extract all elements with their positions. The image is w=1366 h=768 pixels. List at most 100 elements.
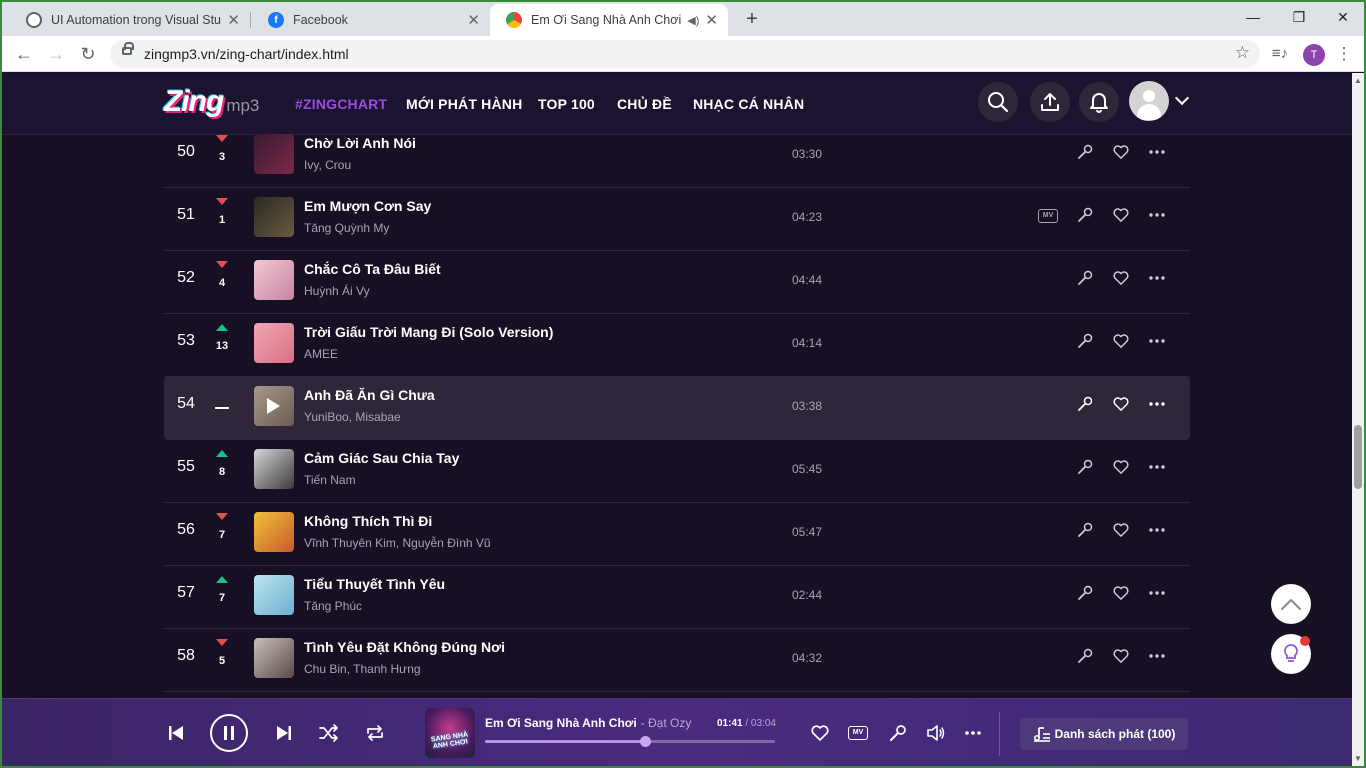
like-button[interactable]: [808, 721, 832, 745]
like-button[interactable]: [1110, 267, 1132, 289]
song-artist[interactable]: YuniBoo, Misabae: [304, 410, 401, 424]
like-button[interactable]: [1110, 456, 1132, 478]
song-cover[interactable]: [254, 197, 294, 237]
nav-top-100[interactable]: TOP 100: [538, 96, 595, 112]
like-button[interactable]: [1110, 519, 1132, 541]
karaoke-button[interactable]: [1074, 204, 1096, 226]
next-button[interactable]: [272, 721, 296, 745]
more-options-button[interactable]: [1146, 582, 1168, 604]
shuffle-button[interactable]: [317, 721, 341, 745]
chevron-down-icon[interactable]: [1174, 90, 1190, 106]
song-artist[interactable]: Chu Bin, Thanh Hưng: [304, 662, 421, 676]
song-artist[interactable]: Tăng Phúc: [304, 599, 362, 613]
search-button[interactable]: [978, 82, 1018, 122]
repeat-button[interactable]: [363, 721, 387, 745]
song-row[interactable]: 58 5 Tình Yêu Đặt Không Đúng Nơi Chu Bin, T…: [164, 629, 1190, 692]
scroll-top-button[interactable]: [1271, 584, 1311, 624]
song-artist[interactable]: Ivy, Crou: [304, 158, 351, 172]
back-icon[interactable]: ←: [12, 42, 36, 66]
song-artist[interactable]: Tiến Nam: [304, 473, 356, 487]
song-row[interactable]: 56 7 Không Thích Thì Đi Vĩnh Thuyên Kim, Ng…: [164, 503, 1190, 566]
like-button[interactable]: [1110, 582, 1132, 604]
close-tab-icon[interactable]: ✕: [467, 11, 480, 29]
song-row[interactable]: 55 8 Cảm Giác Sau Chia Tay Tiến Nam 05:45: [164, 440, 1190, 503]
address-bar[interactable]: zingmp3.vn/zing-chart/index.html ☆: [110, 40, 1260, 68]
more-options-button[interactable]: [1146, 393, 1168, 415]
karaoke-button[interactable]: [1074, 645, 1096, 667]
more-options-button[interactable]: [961, 721, 985, 745]
upload-button[interactable]: [1030, 82, 1070, 122]
like-button[interactable]: [1110, 330, 1132, 352]
song-row[interactable]: 54 Anh Đã Ăn Gì Chưa YuniBoo, Misabae 03:38: [164, 377, 1190, 440]
more-options-button[interactable]: [1146, 519, 1168, 541]
nav-zingchart[interactable]: #ZINGCHART: [295, 96, 387, 112]
like-button[interactable]: [1110, 141, 1132, 163]
tips-button[interactable]: [1271, 634, 1311, 674]
page-scrollbar[interactable]: ▲ ▼: [1352, 73, 1364, 766]
song-title[interactable]: Không Thích Thì Đi: [304, 513, 432, 529]
song-cover[interactable]: [254, 449, 294, 489]
song-cover[interactable]: [254, 134, 294, 174]
volume-button[interactable]: [924, 721, 948, 745]
song-artist[interactable]: Vĩnh Thuyên Kim, Nguyễn Đình Vũ: [304, 536, 491, 550]
progress-slider[interactable]: [485, 736, 775, 747]
more-options-button[interactable]: [1146, 330, 1168, 352]
profile-avatar[interactable]: T: [1303, 44, 1325, 66]
progress-knob[interactable]: [639, 736, 651, 747]
close-tab-icon[interactable]: ✕: [705, 11, 718, 29]
karaoke-button[interactable]: [1074, 141, 1096, 163]
close-tab-icon[interactable]: ✕: [227, 11, 240, 29]
new-tab-button[interactable]: +: [740, 6, 764, 32]
more-options-button[interactable]: [1146, 456, 1168, 478]
song-title[interactable]: Trời Giấu Trời Mang Đi (Solo Version): [304, 324, 553, 340]
play-icon[interactable]: [267, 398, 280, 414]
karaoke-button[interactable]: [886, 721, 910, 745]
karaoke-button[interactable]: [1074, 330, 1096, 352]
song-artist[interactable]: Huỳnh Ái Vy: [304, 284, 370, 298]
tab-facebook[interactable]: f Facebook ✕: [252, 4, 490, 36]
like-button[interactable]: [1110, 204, 1132, 226]
mv-icon[interactable]: MV: [1038, 209, 1058, 223]
song-row[interactable]: 57 7 Tiểu Thuyết Tình Yêu Tăng Phúc 02:44: [164, 566, 1190, 629]
song-artist[interactable]: AMEE: [304, 347, 338, 361]
close-window-button[interactable]: ✕: [1320, 2, 1364, 32]
more-options-button[interactable]: [1146, 267, 1168, 289]
more-options-button[interactable]: [1146, 645, 1168, 667]
song-title[interactable]: Tiểu Thuyết Tình Yêu: [304, 576, 445, 592]
song-cover[interactable]: [254, 323, 294, 363]
song-artist[interactable]: Tăng Quỳnh My: [304, 221, 389, 235]
pause-button[interactable]: [210, 714, 248, 752]
playlist-button[interactable]: Danh sách phát (100): [1020, 718, 1188, 750]
nav-personal[interactable]: NHẠC CÁ NHÂN: [693, 96, 804, 112]
scroll-up-arrow-icon[interactable]: ▲: [1354, 77, 1362, 85]
karaoke-button[interactable]: [1074, 393, 1096, 415]
media-controls-icon[interactable]: ≡♪: [1268, 42, 1292, 66]
scrollbar-thumb[interactable]: [1354, 425, 1362, 489]
song-title[interactable]: Em Mượn Cơn Say: [304, 198, 431, 214]
like-button[interactable]: [1110, 393, 1132, 415]
previous-button[interactable]: [164, 721, 188, 745]
scroll-down-arrow-icon[interactable]: ▼: [1354, 755, 1362, 763]
forward-icon[interactable]: →: [44, 42, 68, 66]
notification-button[interactable]: [1079, 82, 1119, 122]
mv-button[interactable]: MV: [846, 721, 870, 745]
song-cover[interactable]: [254, 260, 294, 300]
song-title[interactable]: Anh Đã Ăn Gì Chưa: [304, 387, 435, 403]
restore-button[interactable]: ❐: [1276, 2, 1322, 32]
reload-icon[interactable]: ↻: [76, 42, 100, 66]
more-options-button[interactable]: [1146, 141, 1168, 163]
song-row[interactable]: 50 3 Chờ Lời Anh Nói Ivy, Crou 03:30: [164, 125, 1190, 188]
now-playing-cover[interactable]: SANG NHÀ ANH CHƠI: [425, 708, 475, 758]
song-title[interactable]: Cảm Giác Sau Chia Tay: [304, 450, 459, 466]
karaoke-button[interactable]: [1074, 519, 1096, 541]
nav-new-releases[interactable]: MỚI PHÁT HÀNH: [406, 96, 522, 112]
nav-topics[interactable]: CHỦ ĐỀ: [617, 96, 672, 112]
karaoke-button[interactable]: [1074, 582, 1096, 604]
tab-zing-active[interactable]: Em Ơi Sang Nhà Anh Chơi - Đ ◀) ✕: [490, 4, 728, 36]
song-row[interactable]: 53 13 Trời Giấu Trời Mang Đi (Solo Version…: [164, 314, 1190, 377]
song-title[interactable]: Tình Yêu Đặt Không Đúng Nơi: [304, 639, 505, 655]
bookmark-star-icon[interactable]: ☆: [1235, 43, 1250, 63]
song-row[interactable]: 51 1 Em Mượn Cơn Say Tăng Quỳnh My 04:23 MV: [164, 188, 1190, 251]
song-title[interactable]: Chờ Lời Anh Nói: [304, 135, 416, 151]
now-playing-artist[interactable]: - Đạt Ozy: [641, 716, 692, 730]
